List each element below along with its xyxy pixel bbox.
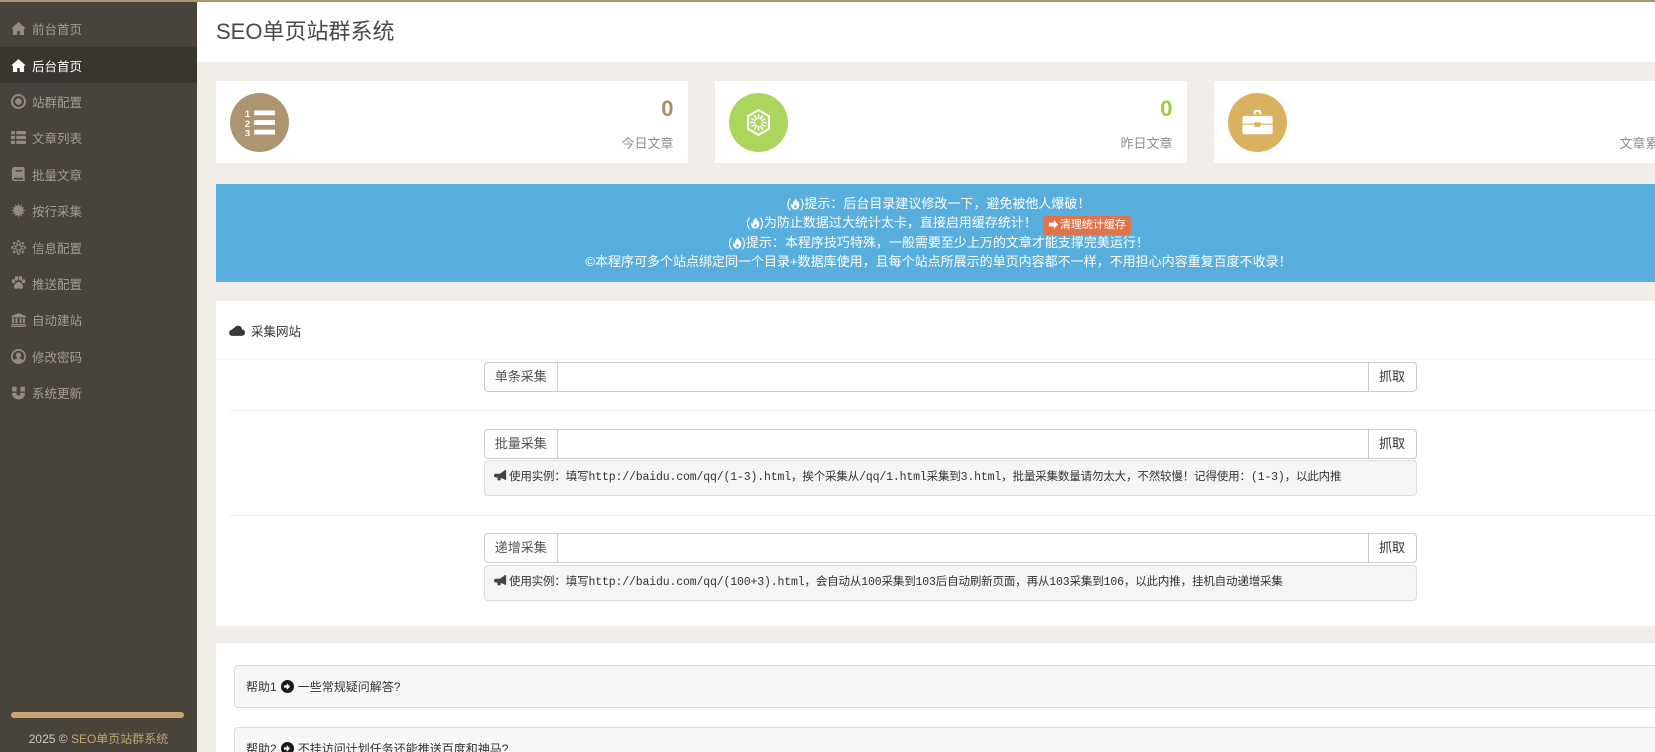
svg-text:3: 3 [245, 128, 250, 136]
